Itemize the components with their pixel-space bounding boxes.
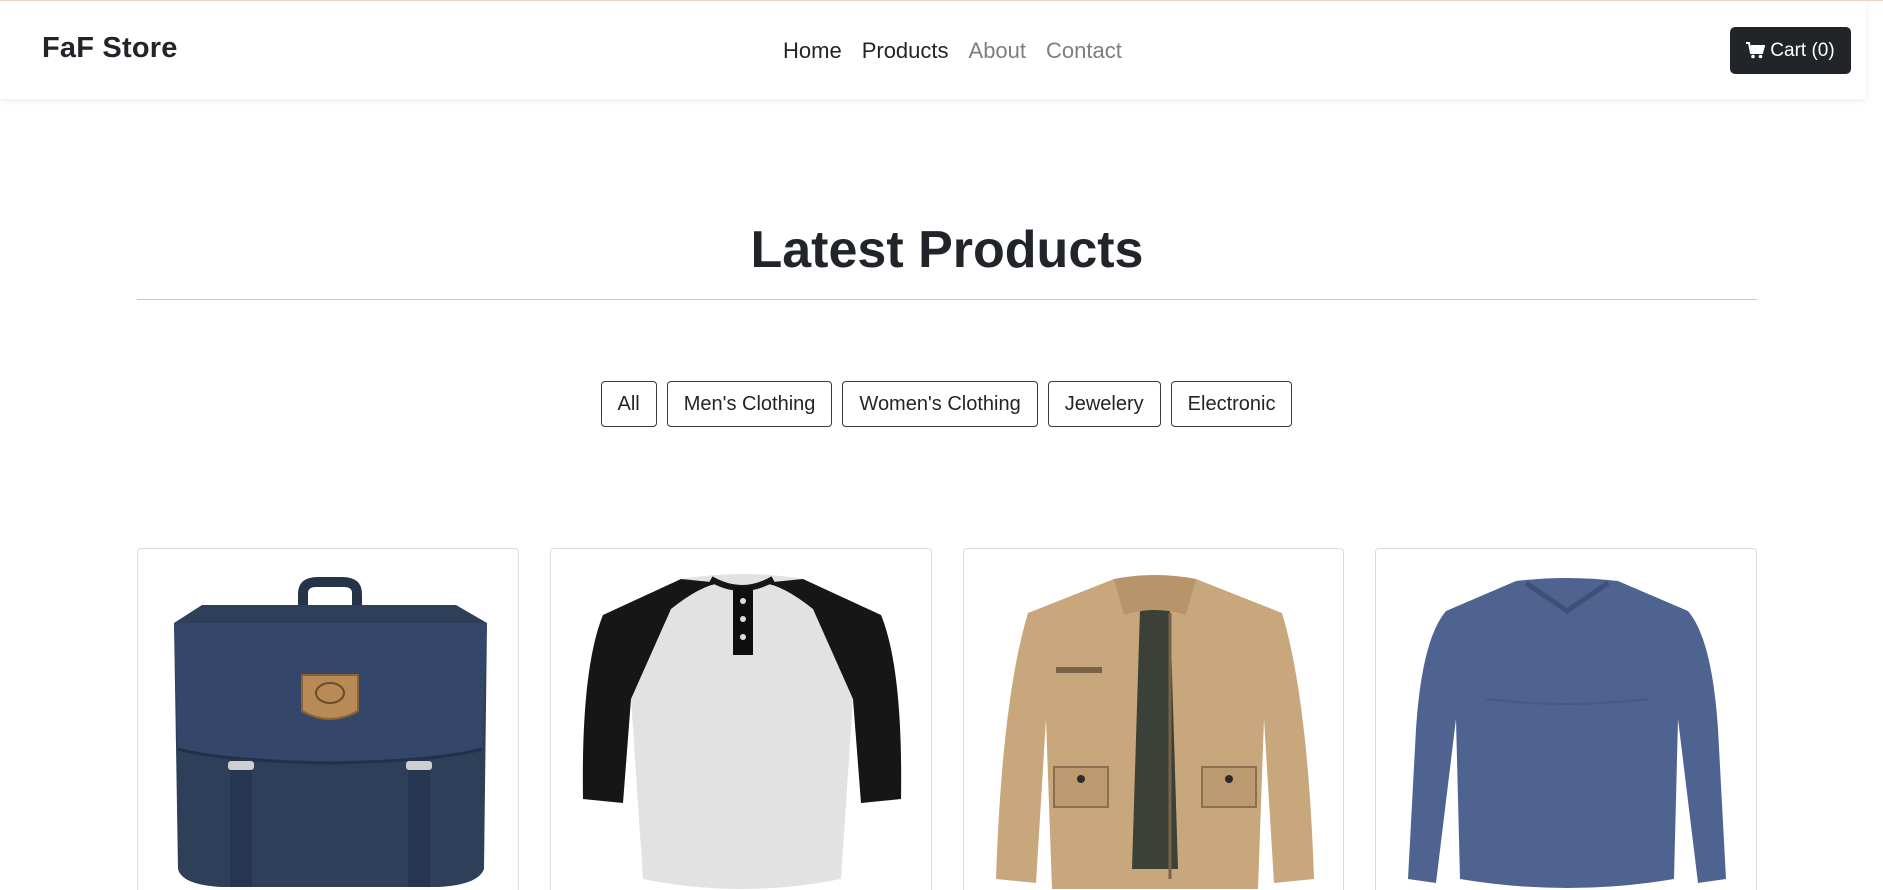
cart-label: Cart (0) — [1770, 39, 1835, 61]
page: FaF Store Home Products About Contact Ca… — [0, 0, 1883, 890]
filter-all-button[interactable]: All — [600, 381, 657, 427]
nav-link-contact[interactable]: Contact — [1036, 37, 1132, 65]
cart-button[interactable]: Cart (0) — [1730, 27, 1851, 74]
product-card[interactable] — [962, 548, 1345, 890]
product-card[interactable] — [1375, 548, 1757, 890]
product-card[interactable] — [137, 548, 519, 890]
filter-womens-clothing-button[interactable]: Women's Clothing — [842, 381, 1038, 427]
filter-jewelery-button[interactable]: Jewelery — [1047, 381, 1161, 427]
product-card[interactable] — [549, 548, 932, 890]
filter-electronic-button[interactable]: Electronic — [1170, 381, 1293, 427]
nav-link-about[interactable]: About — [959, 37, 1037, 65]
nav-link-products[interactable]: Products — [852, 37, 959, 65]
nav-links: Home Products About Contact — [783, 37, 1132, 65]
category-filters: All Men's Clothing Women's Clothing Jewe… — [0, 381, 1883, 427]
navy-backpack-image — [174, 577, 487, 887]
blue-longsleeve-shirt-image — [1408, 578, 1727, 888]
brand-logo[interactable]: FaF Store — [42, 32, 178, 65]
nav-link-home[interactable]: Home — [783, 37, 852, 65]
page-title: Latest Products — [750, 221, 1144, 279]
shopping-cart-icon — [1746, 42, 1766, 59]
filter-mens-clothing-button[interactable]: Men's Clothing — [666, 381, 833, 427]
title-divider — [137, 299, 1757, 300]
khaki-jacket-image — [995, 575, 1314, 889]
raglan-henley-tshirt-image — [582, 574, 901, 889]
navbar: FaF Store Home Products About Contact Ca… — [0, 1, 1866, 99]
product-grid — [137, 548, 1757, 890]
